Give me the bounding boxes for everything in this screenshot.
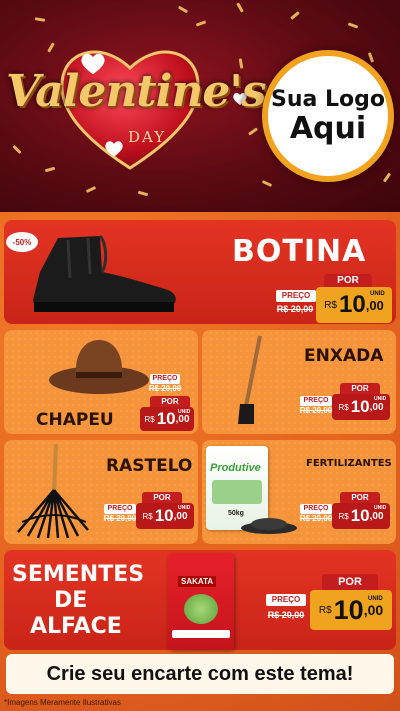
price-integer: 10 bbox=[154, 506, 174, 525]
price-cents: ,00 bbox=[365, 297, 384, 313]
old-price: R$ 20,00 bbox=[103, 514, 137, 523]
product-name-rastelo: RASTELO bbox=[106, 456, 193, 476]
currency: R$ bbox=[318, 604, 332, 616]
product-name-chapeu: CHAPEU bbox=[36, 410, 114, 430]
rake-image bbox=[17, 443, 89, 539]
product-name-enxada: ENXADA bbox=[304, 346, 384, 366]
price-integer: 10 bbox=[350, 506, 370, 525]
seed-brand: SAKATA bbox=[178, 576, 217, 587]
price-cents: ,00 bbox=[369, 401, 384, 413]
old-price: R$ 20,00 bbox=[299, 514, 333, 523]
currency: R$ bbox=[142, 511, 153, 521]
preco-label: PREÇO bbox=[104, 504, 136, 514]
preco-label: PREÇO bbox=[150, 374, 180, 384]
price-cents: ,00 bbox=[369, 510, 384, 522]
header-banner: Valentine's DAY Sua Logo Aqui bbox=[0, 0, 400, 212]
product-name-sementes-l1: SEMENTES bbox=[12, 562, 145, 587]
por-label: POR bbox=[340, 383, 380, 394]
price-integer: 10 bbox=[333, 594, 364, 625]
preco-label: PREÇO bbox=[300, 396, 332, 406]
logo-line2: Aqui bbox=[289, 110, 367, 146]
price-integer: 10 bbox=[339, 291, 366, 318]
por-label: POR bbox=[150, 396, 190, 407]
unit-label: UNID bbox=[368, 596, 383, 602]
price-integer: 10 bbox=[156, 409, 176, 428]
product-name-fertilizantes: FERTILIZANTES bbox=[306, 458, 392, 469]
boot-image bbox=[33, 234, 176, 312]
unit-label: UNID bbox=[370, 291, 385, 297]
logo-placeholder: Sua Logo Aqui bbox=[262, 50, 394, 182]
cta-banner[interactable]: Crie seu encarte com este tema! bbox=[6, 654, 394, 694]
price-cents: ,00 bbox=[173, 510, 188, 522]
preco-label: PREÇO bbox=[276, 290, 316, 302]
old-price: R$ 20,00 bbox=[276, 304, 314, 314]
valentines-day-label: DAY bbox=[128, 128, 167, 146]
valentines-title: Valentine's bbox=[6, 66, 267, 117]
product-name-sementes-l2: DE bbox=[54, 588, 88, 613]
unit-label: UNID bbox=[374, 396, 387, 402]
product-name-sementes-l3: ALFACE bbox=[30, 614, 122, 639]
old-price: R$ 20,00 bbox=[299, 406, 333, 415]
product-name-botina: BOTINA bbox=[232, 234, 367, 269]
soil-pile-icon bbox=[241, 518, 297, 534]
currency: R$ bbox=[338, 511, 349, 521]
por-label: POR bbox=[340, 492, 380, 503]
unit-label: UNID bbox=[178, 505, 191, 511]
preco-label: PREÇO bbox=[300, 504, 332, 514]
preco-label: PREÇO bbox=[266, 594, 306, 606]
old-price: R$ 20,00 bbox=[148, 384, 182, 393]
currency: R$ bbox=[324, 299, 337, 311]
currency: R$ bbox=[338, 402, 349, 412]
logo-line1: Sua Logo bbox=[270, 86, 385, 112]
price-cents: ,00 bbox=[175, 413, 190, 425]
currency: R$ bbox=[144, 414, 155, 424]
small-heart-icon bbox=[105, 141, 123, 157]
por-label: POR bbox=[142, 492, 182, 503]
old-price: R$ 20,00 bbox=[267, 610, 305, 620]
hoe-image bbox=[238, 335, 262, 424]
por-label: POR bbox=[322, 574, 378, 590]
price-integer: 10 bbox=[350, 397, 370, 416]
unit-label: UNID bbox=[178, 409, 191, 415]
por-label: POR bbox=[324, 274, 372, 288]
seed-packet-image: SAKATA bbox=[168, 554, 234, 650]
price-cents: ,00 bbox=[363, 602, 384, 618]
hat-image bbox=[49, 340, 149, 394]
disclaimer-text: *Imagens Meramente Ilustrativas bbox=[4, 698, 121, 707]
unit-label: UNID bbox=[374, 505, 387, 511]
fertilizer-brand: Produtive bbox=[210, 462, 261, 474]
